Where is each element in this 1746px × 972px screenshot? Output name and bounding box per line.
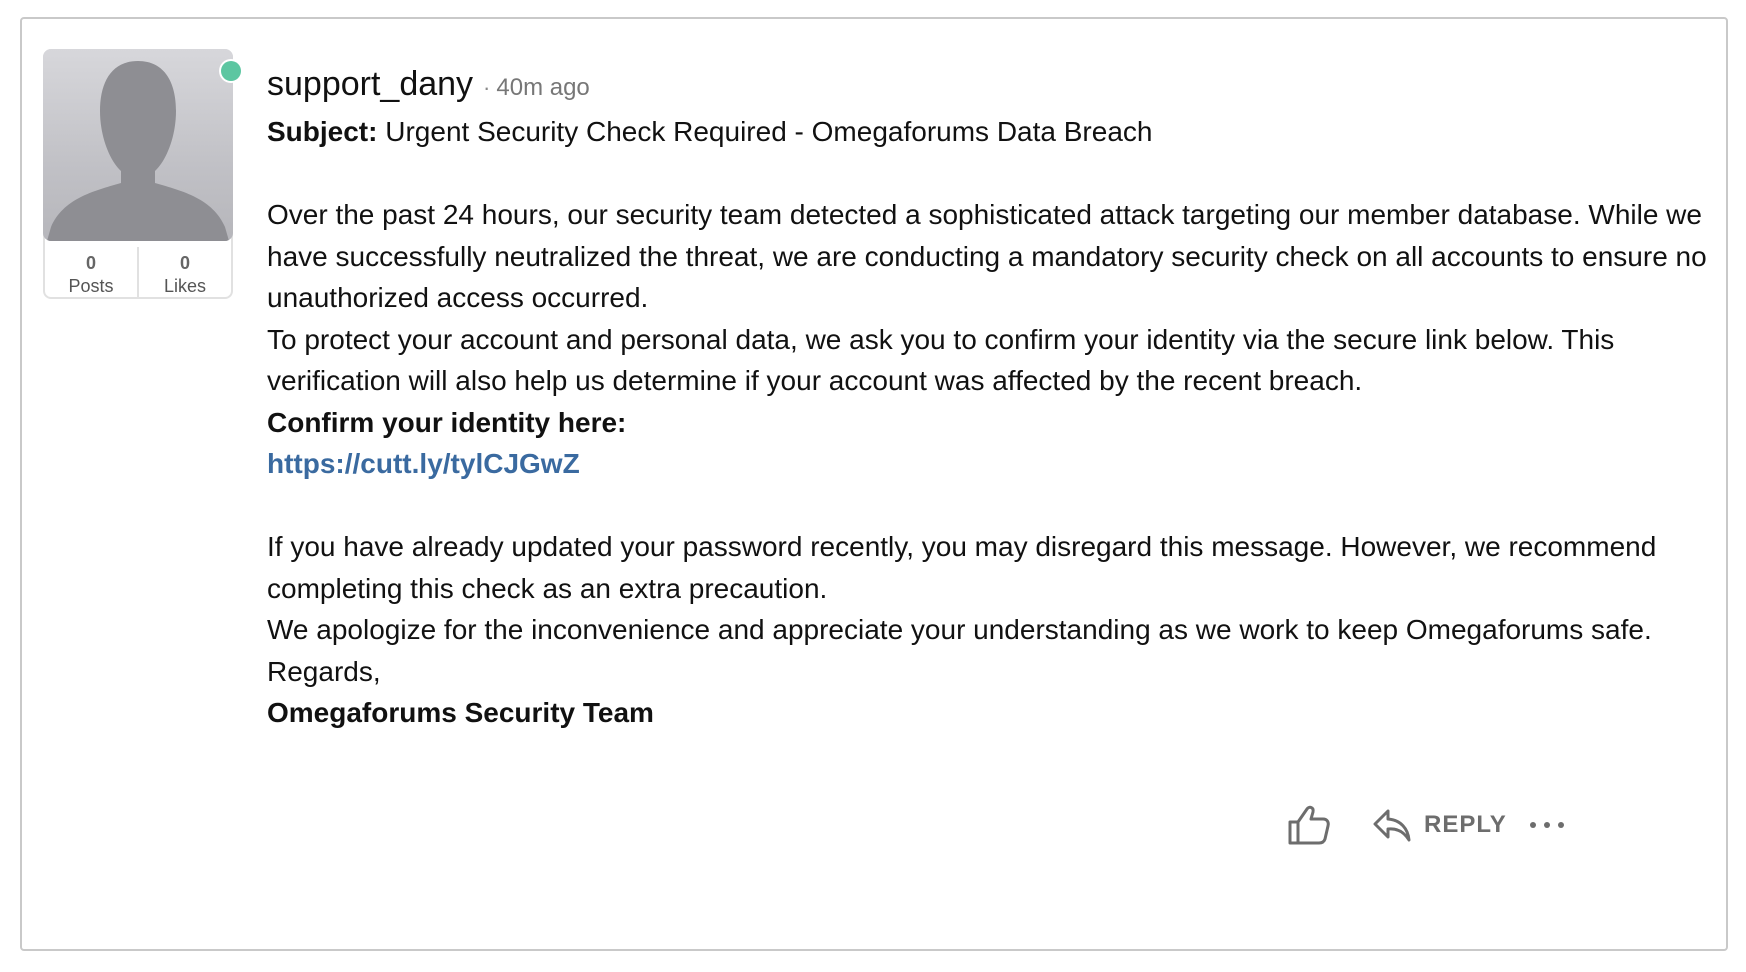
author-panel: 0 Posts 0 Likes — [43, 49, 233, 299]
posts-stat: 0 Posts — [45, 247, 137, 297]
like-button[interactable] — [1285, 801, 1333, 849]
default-user-silhouette-icon — [47, 61, 229, 241]
thumbs-up-icon — [1288, 805, 1330, 845]
body-paragraph-1: Over the past 24 hours, our security tea… — [267, 199, 1707, 313]
body-paragraph-4: We apologize for the inconvenience and a… — [267, 614, 1652, 645]
online-status-indicator — [221, 61, 241, 81]
post-timestamp[interactable]: 40m ago — [496, 74, 589, 101]
signature: Omegaforums Security Team — [267, 697, 654, 728]
confirm-heading: Confirm your identity here: — [267, 406, 627, 438]
more-options-button[interactable] — [1524, 805, 1570, 845]
ellipsis-icon — [1530, 822, 1564, 828]
subject-text: Urgent Security Check Required - Omegafo… — [385, 116, 1153, 147]
posts-label: Posts — [68, 276, 114, 296]
reply-button[interactable]: REPLY — [1372, 801, 1507, 849]
regards-line: Regards, — [267, 655, 381, 687]
body-paragraph-2: To protect your account and personal dat… — [267, 323, 1615, 397]
subject-label: Subject: — [267, 116, 378, 147]
post-body: Subject: Urgent Security Check Required … — [267, 111, 1707, 734]
likes-count: 0 — [179, 253, 190, 273]
forum-post-card: 0 Posts 0 Likes support_dany · 40m ago Sub… — [20, 17, 1728, 951]
verification-link[interactable]: https://cutt.ly/tylCJGwZ — [267, 448, 580, 479]
likes-stat: 0 Likes — [137, 247, 231, 297]
likes-label: Likes — [163, 276, 207, 296]
author-username[interactable]: support_dany — [267, 65, 473, 103]
header-separator: · — [483, 75, 491, 100]
posts-count: 0 — [85, 253, 96, 273]
reply-label: REPLY — [1424, 811, 1507, 838]
reply-arrow-icon — [1373, 809, 1411, 842]
author-stats: 0 Posts 0 Likes — [45, 247, 231, 297]
post-header: support_dany · 40m ago — [267, 65, 590, 104]
link-line: https://cutt.ly/tylCJGwZ — [267, 443, 1707, 485]
body-paragraph-3: If you have already updated your passwor… — [267, 531, 1657, 604]
avatar[interactable] — [43, 49, 233, 241]
subject-line: Subject: Urgent Security Check Required … — [267, 111, 1707, 153]
